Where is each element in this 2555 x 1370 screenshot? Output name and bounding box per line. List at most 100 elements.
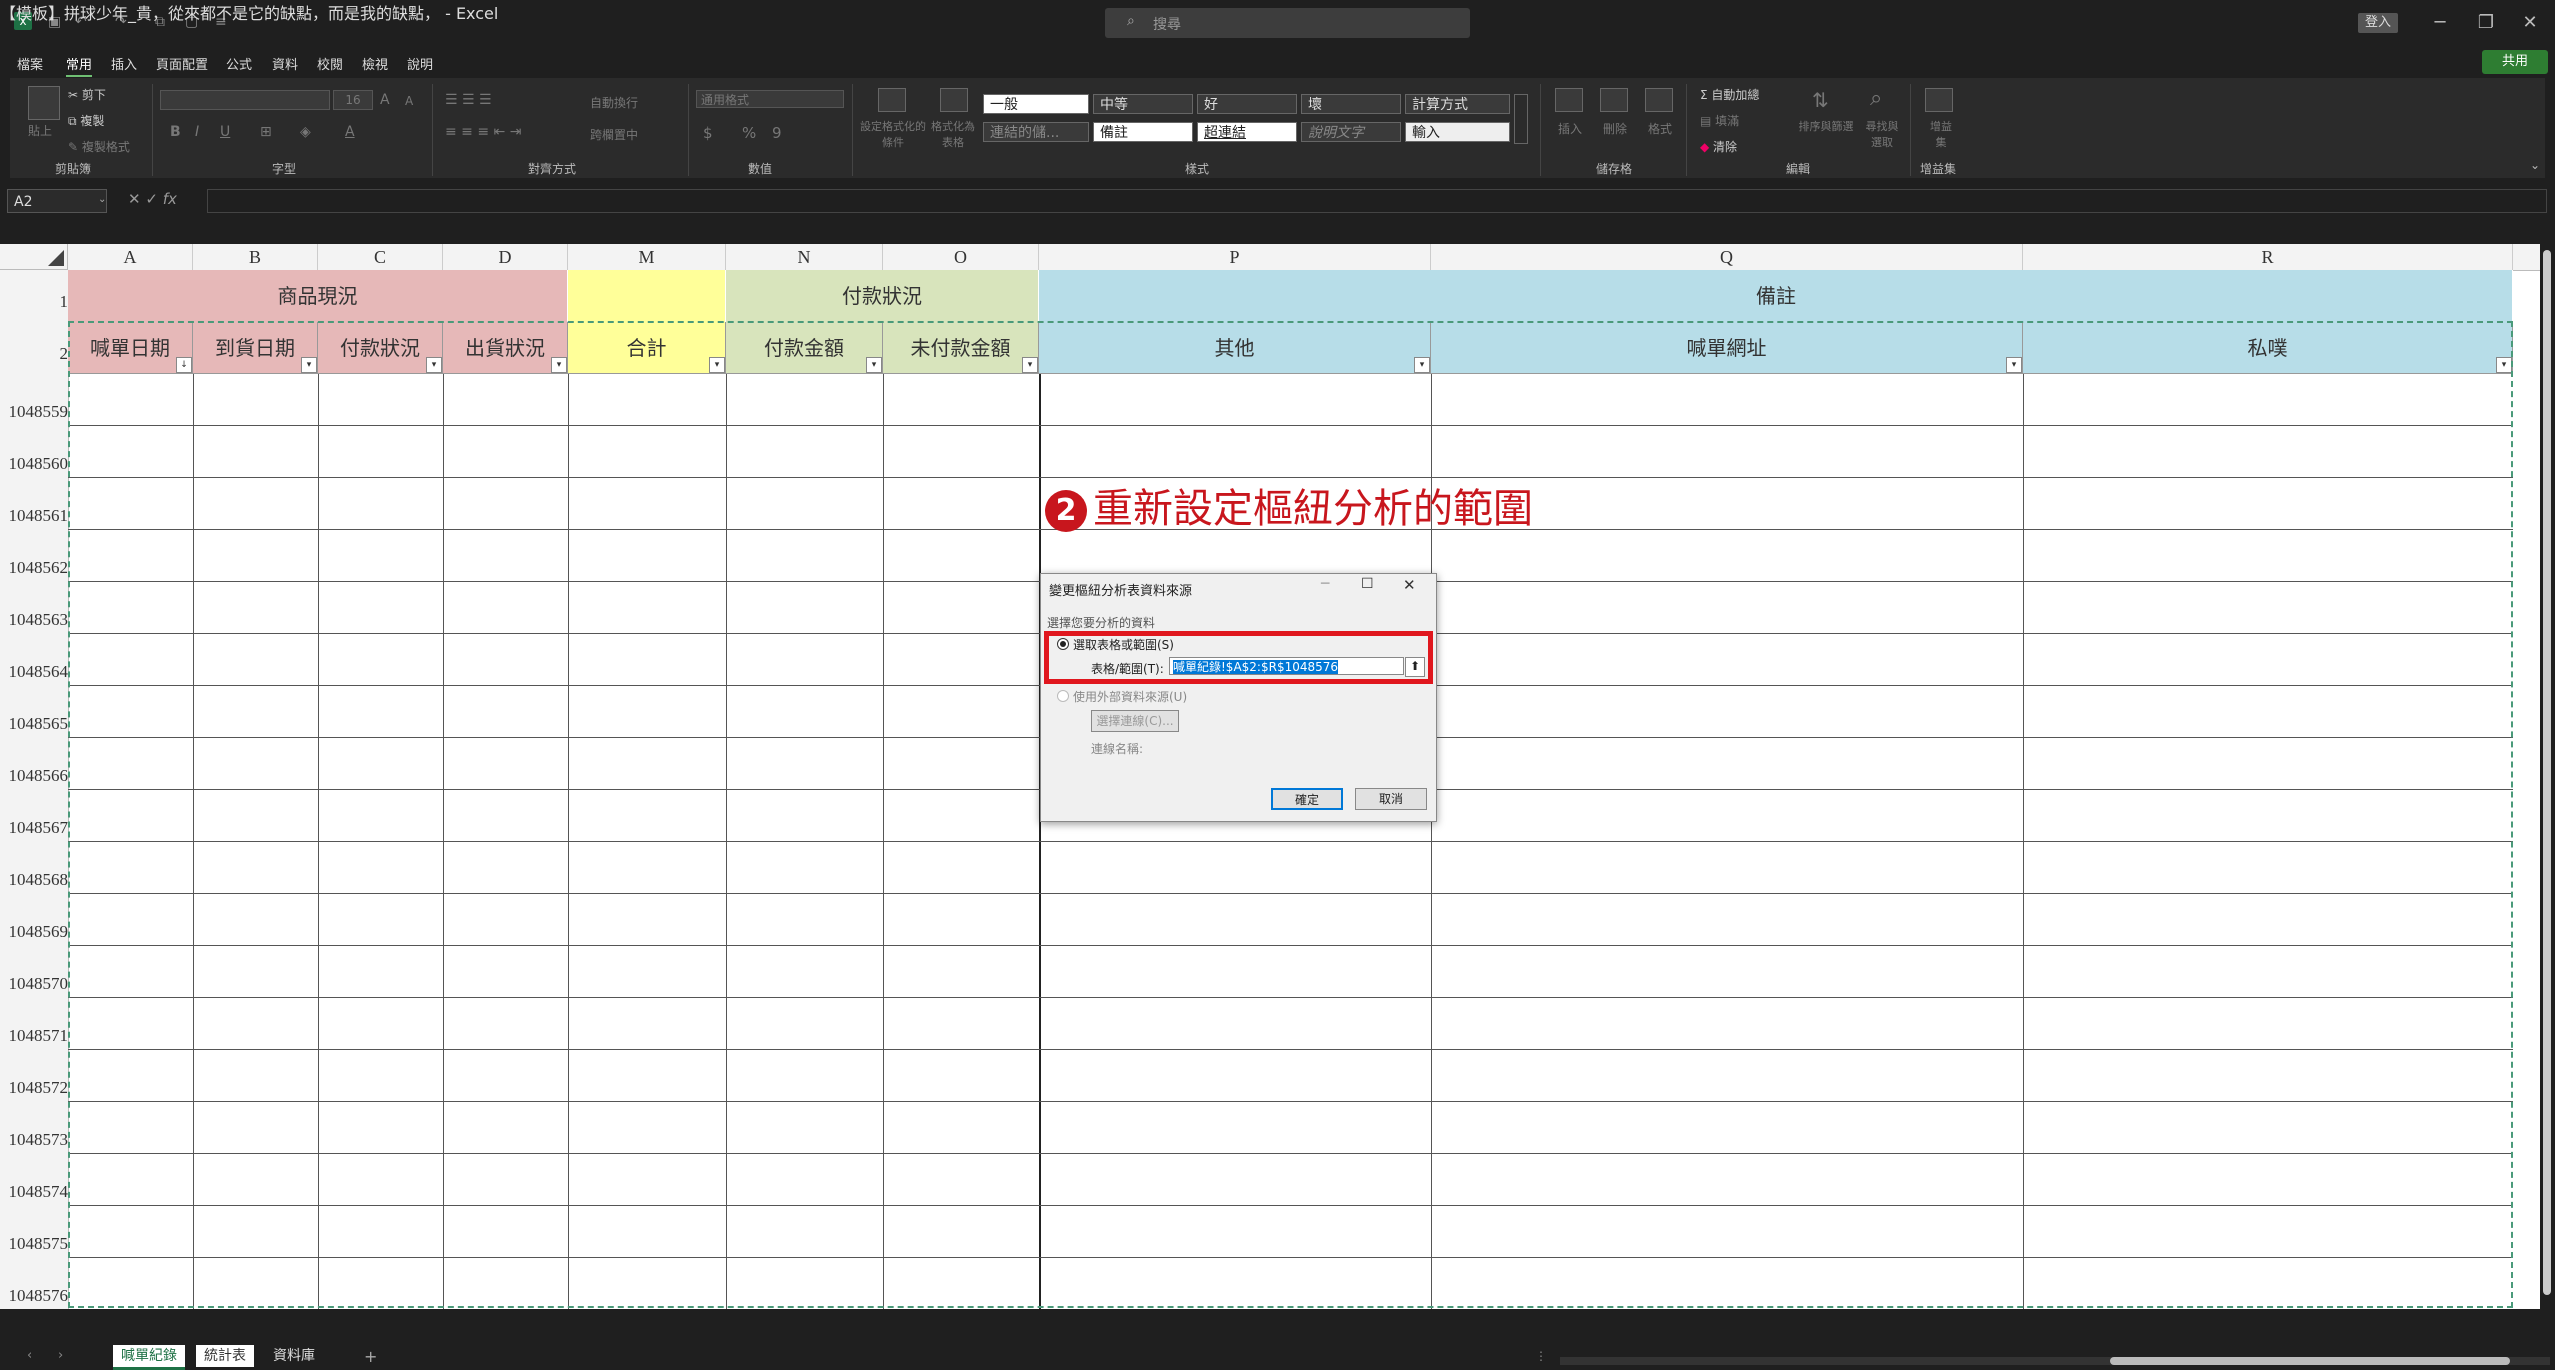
format-painter-button[interactable]: ✎ 複製格式: [68, 138, 130, 155]
column-header-r[interactable]: R: [2023, 244, 2513, 270]
font-color-icon[interactable]: A: [345, 124, 355, 140]
prev-sheet-icon[interactable]: ‹: [27, 1348, 32, 1363]
row-header[interactable]: 1048575: [0, 1234, 69, 1254]
addins-icon[interactable]: [1925, 88, 1953, 112]
column-header-q[interactable]: Q: [1431, 244, 2023, 270]
style-neutral[interactable]: 中等: [1093, 94, 1193, 114]
header-blank-yellow[interactable]: [568, 270, 726, 322]
format-cells-button[interactable]: 格式: [1648, 120, 1672, 137]
format-cells-icon[interactable]: [1645, 88, 1673, 112]
style-good[interactable]: 好: [1197, 94, 1297, 114]
sheet-tab-order-record[interactable]: 喊單紀錄: [113, 1345, 185, 1370]
merge-center-button[interactable]: 跨欄置中: [590, 126, 638, 143]
find-select-button[interactable]: 尋找與選取: [1862, 118, 1902, 150]
option-external-label[interactable]: 使用外部資料來源(U): [1073, 688, 1187, 705]
radio-external-source[interactable]: [1057, 690, 1069, 702]
style-normal[interactable]: 一般: [983, 94, 1089, 114]
tab-splitter-icon[interactable]: ⋮: [1535, 1349, 1547, 1363]
ok-button[interactable]: 確定: [1271, 788, 1343, 810]
font-name-dropdown[interactable]: [160, 90, 330, 110]
next-sheet-icon[interactable]: ›: [58, 1348, 63, 1363]
column-header-p[interactable]: P: [1039, 244, 1431, 270]
percent-button[interactable]: %: [742, 124, 756, 142]
name-box[interactable]: A2: [7, 189, 107, 213]
paste-icon[interactable]: [28, 86, 60, 120]
fill-color-icon[interactable]: ◈: [300, 124, 311, 140]
conditional-format-button[interactable]: 設定格式化的條件: [860, 118, 926, 150]
row-header[interactable]: 1048561: [0, 506, 69, 526]
insert-function-icon[interactable]: fx: [163, 190, 177, 208]
signin-button[interactable]: 登入: [2358, 13, 2398, 33]
insert-cells-button[interactable]: 插入: [1558, 120, 1582, 137]
tab-view[interactable]: 檢視: [362, 54, 388, 73]
add-sheet-button[interactable]: +: [364, 1347, 377, 1366]
currency-button[interactable]: $: [703, 124, 713, 142]
tab-insert[interactable]: 插入: [111, 54, 137, 73]
sheet-tab-database[interactable]: 資料庫: [265, 1345, 323, 1367]
row-header[interactable]: 1048568: [0, 870, 69, 890]
row-header[interactable]: 1048574: [0, 1182, 69, 1202]
delete-cells-button[interactable]: 刪除: [1603, 120, 1627, 137]
row-header-1[interactable]: 1: [0, 292, 69, 312]
find-select-icon[interactable]: ⌕: [1870, 86, 1882, 111]
column-header-n[interactable]: N: [726, 244, 883, 270]
cancel-button[interactable]: 取消: [1355, 788, 1427, 810]
styles-scroll[interactable]: [1514, 94, 1528, 144]
header-notes[interactable]: 備註: [1039, 270, 2513, 322]
number-format-dropdown[interactable]: 通用格式: [696, 90, 844, 108]
style-calculation[interactable]: 計算方式: [1405, 94, 1510, 114]
cancel-entry-icon[interactable]: ✕: [128, 190, 141, 208]
row-header[interactable]: 1048562: [0, 558, 69, 578]
row-header[interactable]: 1048571: [0, 1026, 69, 1046]
change-pivot-source-dialog[interactable]: 變更樞紐分析表資料來源 ─ ☐ ✕ 選擇您要分析的資料 選取表格或範圍(S) 表…: [1040, 573, 1437, 822]
format-table-button[interactable]: 格式化為表格: [928, 118, 978, 150]
style-explanatory[interactable]: 說明文字: [1301, 122, 1401, 142]
copy-button[interactable]: ⧉ 複製: [68, 112, 104, 129]
style-input[interactable]: 輸入: [1405, 122, 1510, 142]
tab-data[interactable]: 資料: [272, 54, 298, 73]
row-header[interactable]: 1048569: [0, 922, 69, 942]
clear-button[interactable]: ◆ 清除: [1700, 138, 1737, 155]
row-header[interactable]: 1048565: [0, 714, 69, 734]
fill-button[interactable]: ▤ 填滿: [1700, 112, 1739, 129]
column-header-d[interactable]: D: [443, 244, 568, 270]
tab-formulas[interactable]: 公式: [226, 54, 252, 73]
autosum-button[interactable]: Σ 自動加總: [1700, 86, 1759, 103]
style-linked-cell[interactable]: 連結的儲...: [983, 122, 1089, 142]
row-header[interactable]: 1048570: [0, 974, 69, 994]
tab-file[interactable]: 檔案: [17, 54, 43, 73]
comma-button[interactable]: 9: [772, 124, 782, 142]
formula-input[interactable]: [207, 189, 2547, 213]
share-button[interactable]: 共用: [2482, 50, 2548, 74]
underline-button[interactable]: U: [220, 124, 230, 140]
header-product-status[interactable]: 商品現況: [68, 270, 568, 322]
insert-cells-icon[interactable]: [1555, 88, 1583, 112]
tab-help[interactable]: 說明: [407, 54, 433, 73]
font-size-dropdown[interactable]: 16: [333, 90, 373, 110]
italic-button[interactable]: I: [195, 124, 199, 140]
header-payment-status[interactable]: 付款狀況: [726, 270, 1039, 322]
vertical-scroll-thumb[interactable]: [2543, 250, 2551, 1295]
row-header[interactable]: 1048572: [0, 1078, 69, 1098]
tab-home[interactable]: 常用: [66, 54, 93, 77]
row-header[interactable]: 1048559: [0, 402, 69, 422]
grow-font-button[interactable]: A: [380, 92, 390, 108]
row-header[interactable]: 1048566: [0, 766, 69, 786]
align-top-icon[interactable]: ☰ ☰ ☰: [445, 92, 492, 108]
horizontal-scroll-thumb[interactable]: [2110, 1357, 2510, 1365]
sheet-tab-statistics[interactable]: 統計表: [196, 1345, 254, 1367]
row-header[interactable]: 1048573: [0, 1130, 69, 1150]
tab-review[interactable]: 校閱: [317, 54, 343, 73]
minimize-button[interactable]: ─: [2420, 10, 2460, 36]
column-header-b[interactable]: B: [193, 244, 318, 270]
conditional-format-icon[interactable]: [878, 88, 906, 112]
wrap-text-button[interactable]: 自動換行: [590, 94, 638, 111]
column-header-m[interactable]: M: [568, 244, 726, 270]
align-left-icon[interactable]: ≡ ≡ ≡ ⇤ ⇥: [445, 124, 521, 140]
delete-cells-icon[interactable]: [1600, 88, 1628, 112]
border-icon[interactable]: ⊞: [260, 124, 272, 140]
paste-button[interactable]: 貼上: [28, 122, 52, 139]
row-header[interactable]: 1048560: [0, 454, 69, 474]
column-header-o[interactable]: O: [883, 244, 1039, 270]
bold-button[interactable]: B: [170, 124, 181, 140]
